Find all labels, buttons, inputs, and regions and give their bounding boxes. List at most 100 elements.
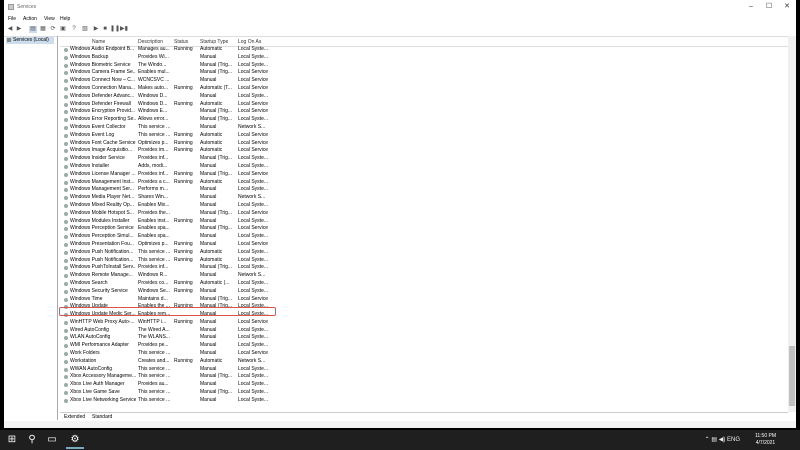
table-row[interactable]: Windows Camera Frame Se... Enables mul...… bbox=[60, 69, 788, 77]
table-row[interactable]: Windows Management Inst... Provides a c..… bbox=[60, 179, 788, 187]
clock[interactable]: 11:50 PM 4/7/2021 bbox=[755, 433, 776, 447]
network-icon[interactable]: ▤ bbox=[711, 437, 717, 443]
scrollbar-thumb[interactable] bbox=[789, 346, 795, 406]
table-row[interactable]: Windows Connect Now – C... WCNCSVC ... Man… bbox=[60, 77, 788, 85]
table-row[interactable]: WWAN AutoConfig This service ... Manual Loc… bbox=[60, 366, 788, 374]
taskbar: ⊞ ⚲ ▭ ⚙ ⌃ ▤ ◀) ENG 11:50 PM 4/7/2021 bbox=[0, 430, 800, 450]
menu-view[interactable]: View bbox=[44, 16, 55, 22]
table-row[interactable]: Windows Presentation Fou... Optimizes p..… bbox=[60, 241, 788, 249]
service-name: Windows Push Notification... bbox=[70, 248, 134, 255]
search-icon[interactable]: ⚲ bbox=[24, 433, 40, 447]
table-row[interactable]: Windows Media Player Net... Shares Win...… bbox=[60, 194, 788, 202]
service-name: Wired AutoConfig bbox=[70, 326, 109, 333]
table-row[interactable]: Windows Management Ser... Performs m... Ma… bbox=[60, 186, 788, 194]
restart-service-icon[interactable]: ▶▮ bbox=[120, 26, 128, 33]
service-startup-type: Manual bbox=[200, 365, 217, 372]
table-row[interactable]: Xbox Live Auth Manager Provides au... Manu… bbox=[60, 381, 788, 389]
menu-file[interactable]: File bbox=[8, 16, 16, 22]
service-startup-type: Manual bbox=[200, 287, 217, 294]
table-row[interactable]: Windows Error Reporting Se... Allows erro… bbox=[60, 116, 788, 124]
service-log-on-as: Local Service bbox=[238, 131, 269, 138]
list-view-icon[interactable]: ▦ bbox=[39, 26, 47, 33]
table-row[interactable]: Windows Event Log This service ... Running… bbox=[60, 132, 788, 140]
table-row[interactable]: Windows Push Notification... This service… bbox=[60, 257, 788, 265]
column-header-name[interactable]: Name bbox=[92, 39, 105, 45]
language-indicator[interactable]: ENG bbox=[727, 437, 740, 443]
service-name: Windows Insider Service bbox=[70, 155, 125, 162]
table-row[interactable]: Windows Audio Endpoint B... Manages au...… bbox=[60, 46, 788, 54]
status-bar bbox=[4, 421, 796, 428]
table-row[interactable]: Windows Search Provides co... Running Autom… bbox=[60, 280, 788, 288]
export-list-icon[interactable]: ▣ bbox=[59, 26, 67, 33]
window-title: Services bbox=[17, 4, 37, 10]
close-button[interactable]: ✕ bbox=[778, 0, 796, 14]
table-row[interactable]: Work Folders This service ... Manual Local … bbox=[60, 350, 788, 358]
table-row[interactable]: WMI Performance Adapter Provides pe... Man… bbox=[60, 342, 788, 350]
services-taskbar-icon[interactable]: ⚙ bbox=[66, 433, 84, 449]
refresh-icon[interactable]: ⟳ bbox=[49, 26, 57, 33]
service-status: Running bbox=[174, 139, 193, 146]
table-row[interactable]: Windows Time Maintains d... Manual (Trig..… bbox=[60, 296, 788, 304]
table-row[interactable]: Windows Connection Mana... Makes auto... R… bbox=[60, 85, 788, 93]
back-arrow-icon[interactable]: ◀ bbox=[6, 26, 14, 33]
table-row[interactable]: Windows Defender Advanc... Windows D... Ma… bbox=[60, 93, 788, 101]
table-row[interactable]: Windows Mixed Reality Op... Enables Mix..… bbox=[60, 202, 788, 210]
table-row[interactable]: Windows License Manager ... Provides inf.… bbox=[60, 171, 788, 179]
table-row[interactable]: Windows Encryption Provid... Windows E...… bbox=[60, 108, 788, 116]
maximize-button[interactable]: ☐ bbox=[760, 0, 778, 14]
table-row[interactable]: WLAN AutoConfig The WLANS... Manual Local S… bbox=[60, 334, 788, 342]
service-log-on-as: Local Syste... bbox=[238, 155, 269, 162]
table-row[interactable]: Windows Installer Adds, modi... Manual Loca… bbox=[60, 163, 788, 171]
forward-arrow-icon[interactable]: ▶ bbox=[15, 26, 23, 33]
table-row[interactable]: Windows Perception Service Enables spa...… bbox=[60, 225, 788, 233]
table-row[interactable]: Xbox Accessory Manageme... This service .… bbox=[60, 373, 788, 381]
table-row[interactable]: Windows Push Notification... This service… bbox=[60, 249, 788, 257]
properties-icon[interactable]: ▧ bbox=[81, 26, 89, 33]
pause-service-icon[interactable]: ❚❚ bbox=[110, 26, 120, 33]
tab-extended[interactable]: Extended bbox=[64, 414, 85, 420]
stop-service-icon[interactable]: ■ bbox=[101, 26, 109, 33]
minimize-button[interactable]: – bbox=[742, 0, 760, 14]
table-row[interactable]: Windows Security Service Windows Se... Run… bbox=[60, 288, 788, 296]
table-row[interactable]: Xbox Live Networking Service This service… bbox=[60, 397, 788, 405]
table-row[interactable]: Xbox Live Game Save This service ... Manua… bbox=[60, 389, 788, 397]
menu-action[interactable]: Action bbox=[23, 16, 37, 22]
show-hide-tree-icon[interactable]: ▤ bbox=[29, 26, 37, 33]
vertical-scrollbar[interactable] bbox=[788, 36, 796, 412]
tree-item-services-local[interactable]: Services (Local) bbox=[6, 37, 54, 44]
help-icon[interactable]: ? bbox=[70, 26, 78, 33]
table-row[interactable]: Windows Backup Provides Wi... Manual Local … bbox=[60, 54, 788, 62]
table-row[interactable]: Windows Font Cache Service Optimizes p...… bbox=[60, 140, 788, 148]
view-tabs: Extended Standard bbox=[60, 412, 788, 421]
table-row[interactable]: Windows Image Acquisitio... Provides im..… bbox=[60, 147, 788, 155]
column-header-status[interactable]: Status bbox=[174, 39, 188, 45]
column-header-description[interactable]: Description bbox=[138, 39, 163, 45]
table-row[interactable]: Windows Mobile Hotspot S... Provides the.… bbox=[60, 210, 788, 218]
column-header-startup-type[interactable]: Startup Type bbox=[200, 39, 228, 45]
column-header-log-on-as[interactable]: Log On As bbox=[238, 39, 261, 45]
service-log-on-as: Local Syste... bbox=[238, 373, 269, 380]
chevron-up-icon[interactable]: ⌃ bbox=[705, 437, 710, 443]
tab-standard[interactable]: Standard bbox=[92, 414, 112, 420]
table-row[interactable]: Wired AutoConfig The Wired A... Manual Loca… bbox=[60, 327, 788, 335]
table-row[interactable]: Windows Event Collector This service ... M… bbox=[60, 124, 788, 132]
gear-icon bbox=[64, 250, 68, 255]
start-service-icon[interactable]: ▶ bbox=[92, 26, 100, 33]
task-view-icon[interactable]: ▭ bbox=[44, 433, 60, 447]
service-startup-type: Manual bbox=[200, 92, 217, 99]
menu-help[interactable]: Help bbox=[60, 16, 70, 22]
table-row[interactable]: Windows Perception Simul... Enables spa..… bbox=[60, 233, 788, 241]
service-log-on-as: Local Service bbox=[238, 108, 269, 115]
service-name: Windows Encryption Provid... bbox=[70, 108, 136, 115]
volume-icon[interactable]: ◀) bbox=[719, 437, 726, 443]
table-row[interactable]: Windows Defender Firewall Windows D... Run… bbox=[60, 101, 788, 109]
table-row[interactable]: Windows Biometric Service The Windo... Man… bbox=[60, 62, 788, 70]
table-row[interactable]: WinHTTP Web Proxy Auto-... WinHTTP i... Ru… bbox=[60, 319, 788, 327]
table-row[interactable]: Windows Insider Service Provides inf... Ma… bbox=[60, 155, 788, 163]
table-row[interactable]: Windows Remote Manage... Windows R... Manu… bbox=[60, 272, 788, 280]
windows-start-icon[interactable]: ⊞ bbox=[4, 433, 20, 447]
table-row[interactable]: Workstation Creates and... Running Automati… bbox=[60, 358, 788, 366]
table-row[interactable]: Windows Modules Installer Enables inst...… bbox=[60, 218, 788, 226]
service-name: Xbox Accessory Manageme... bbox=[70, 373, 136, 380]
table-row[interactable]: Windows PushToInstall Serv... Provides in… bbox=[60, 264, 788, 272]
